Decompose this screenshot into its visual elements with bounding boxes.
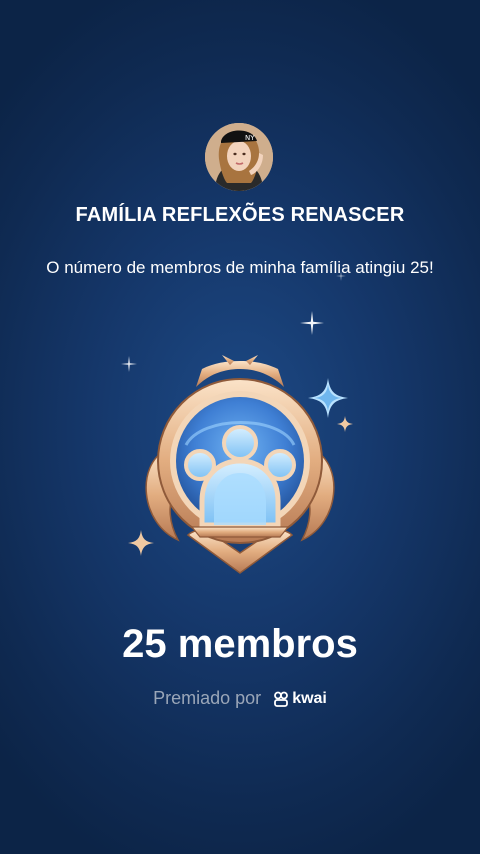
sparkle-icon [300,311,324,335]
awarded-by: Premiado por kwai [0,688,480,709]
kwai-icon [274,691,289,707]
milestone-message: O número de membros de minha família ati… [46,258,434,277]
family-name: FAMÍLIA REFLEXÕES RENASCER [75,204,405,226]
family-members-badge-icon [145,355,335,574]
svg-text:NY: NY [245,134,255,142]
family-avatar: NY [205,123,273,191]
kwai-brand-text: kwai [292,689,327,707]
kwai-logo: kwai [273,690,327,708]
sparkle-icon [336,271,346,281]
member-count: 25 membros [122,622,358,666]
awarded-by-label: Premiado por [153,688,262,708]
